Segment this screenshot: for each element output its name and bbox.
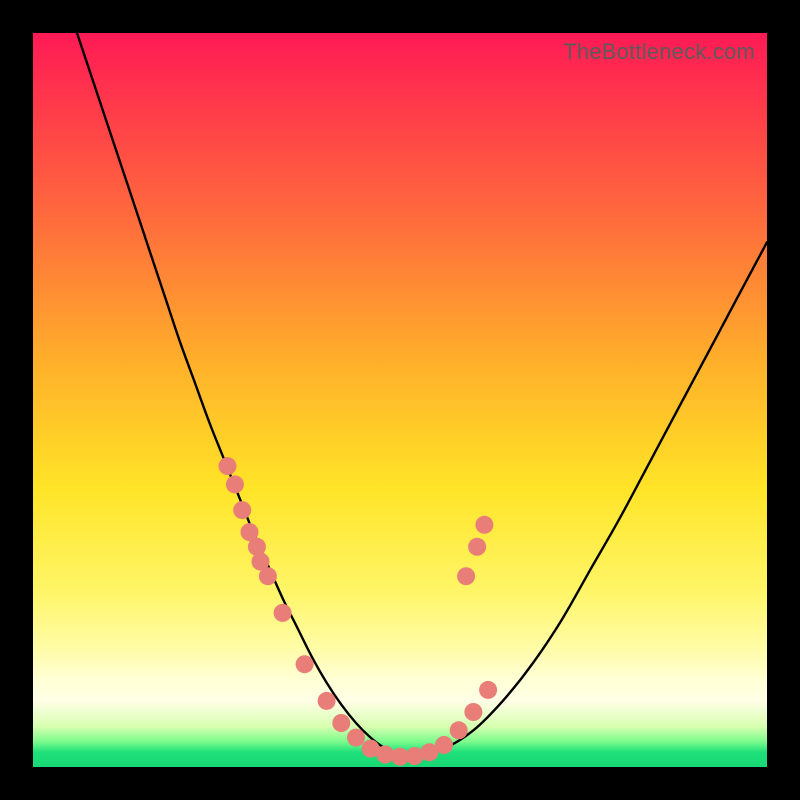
marker-dot bbox=[219, 457, 237, 475]
marker-dot bbox=[296, 655, 314, 673]
marker-dot bbox=[226, 475, 244, 493]
marker-dot bbox=[435, 736, 453, 754]
marker-dots bbox=[219, 457, 498, 766]
marker-dot bbox=[274, 604, 292, 622]
marker-dot bbox=[457, 567, 475, 585]
marker-dot bbox=[464, 703, 482, 721]
marker-dot bbox=[233, 501, 251, 519]
chart-frame: TheBottleneck.com bbox=[0, 0, 800, 800]
marker-dot bbox=[318, 692, 336, 710]
marker-dot bbox=[347, 729, 365, 747]
marker-dot bbox=[468, 538, 486, 556]
marker-dot bbox=[479, 681, 497, 699]
marker-dot bbox=[332, 714, 350, 732]
plot-area: TheBottleneck.com bbox=[33, 33, 767, 767]
marker-dot bbox=[450, 721, 468, 739]
curve-layer bbox=[33, 33, 767, 767]
marker-dot bbox=[252, 553, 270, 571]
marker-dot bbox=[475, 516, 493, 534]
bottleneck-curve bbox=[77, 33, 767, 758]
